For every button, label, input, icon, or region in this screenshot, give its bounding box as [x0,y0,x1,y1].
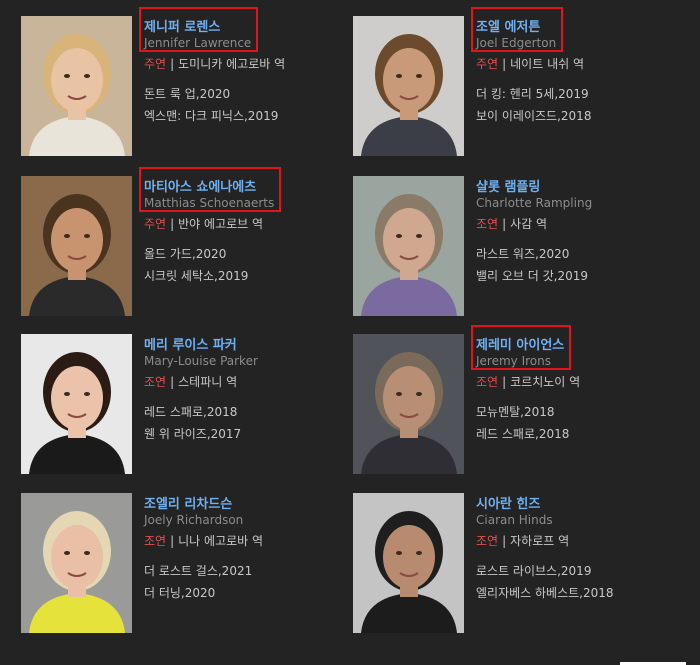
role-separator: | [502,217,507,231]
actor-card[interactable]: 샬롯 램플링 Charlotte Rampling 조연 | 사감 역라스트 워즈,20… [353,176,683,316]
actor-name-ko[interactable]: 메리 루이스 파커 [144,334,237,353]
filmography-item[interactable]: 라스트 워즈,2020 [476,245,569,262]
actor-photo[interactable] [353,334,464,474]
highlight-box [139,167,281,212]
actor-role: 조연 | 사감 역 [476,215,547,232]
highlight-box [139,7,258,52]
portrait-image [21,16,132,156]
role-separator: | [170,534,175,548]
actor-name-ko[interactable]: 시아란 힌즈 [476,493,540,512]
actor-role: 조연 | 코르치노이 역 [476,373,580,390]
filmography-item[interactable]: 더 킹: 헨리 5세,2019 [476,85,589,102]
portrait-image [353,176,464,316]
actor-photo[interactable] [21,176,132,316]
filmography-item[interactable]: 웬 위 라이즈,2017 [144,425,241,442]
role-type: 주연 [476,57,499,71]
actor-card[interactable]: 마티아스 쇼에나에츠 Matthias Schoenaerts 주연 | 반야 에고로브… [21,167,351,316]
filmography-item[interactable]: 레드 스패로,2018 [144,403,237,420]
actor-name-en: Joely Richardson [144,513,244,527]
filmography-item[interactable]: 엑스맨: 다크 피닉스,2019 [144,107,278,124]
role-name: 도미니카 에고로바 역 [178,57,286,71]
role-type: 조연 [476,217,499,231]
portrait-image [353,334,464,474]
filmography-item[interactable]: 밸리 오브 더 갓,2019 [476,267,588,284]
actor-name-en: Ciaran Hinds [476,513,553,527]
actor-card[interactable]: 조엘 에저튼 Joel Edgerton 주연 | 네이트 내쉬 역더 킹: 헨리 5세… [353,7,683,156]
filmography-item[interactable]: 시크릿 세탁소,2019 [144,267,248,284]
actor-photo[interactable] [353,176,464,316]
actor-card[interactable]: 조엘리 리차드슨 Joely Richardson 조연 | 니나 에고로바 역더 로스… [21,493,351,633]
role-type: 조연 [476,534,499,548]
portrait-image [21,493,132,633]
actor-photo[interactable] [21,16,132,156]
actor-card[interactable]: 제니퍼 로렌스 Jennifer Lawrence 주연 | 도미니카 에고로바 역 돈트… [21,7,351,156]
role-separator: | [170,57,175,71]
actor-photo[interactable] [21,493,132,633]
actor-name-ko[interactable]: 조엘리 리차드슨 [144,493,232,512]
filmography-item[interactable]: 보이 이레이즈드,2018 [476,107,591,124]
highlight-box [471,325,571,370]
role-separator: | [170,217,175,231]
role-separator: | [502,534,507,548]
filmography-item[interactable]: 로스트 라이브스,2019 [476,562,591,579]
role-type: 조연 [476,375,499,389]
role-name: 스테파니 역 [178,375,238,389]
portrait-image [21,334,132,474]
actor-role: 조연 | 스테파니 역 [144,373,237,390]
filmography-item[interactable]: 모뉴멘탈,2018 [476,403,555,420]
role-separator: | [502,57,507,71]
portrait-image [353,493,464,633]
actor-name-ko[interactable]: 샬롯 램플링 [476,176,540,195]
portrait-image [353,16,464,156]
filmography-item[interactable]: 더 로스트 걸스,2021 [144,562,252,579]
role-name: 네이트 내쉬 역 [510,57,585,71]
role-separator: | [170,375,175,389]
highlight-box [471,7,563,52]
actor-photo[interactable] [21,334,132,474]
actor-role: 주연 | 네이트 내쉬 역 [476,55,584,72]
actor-role: 주연 | 반야 에고로브 역 [144,215,263,232]
role-name: 자하로프 역 [510,534,570,548]
actor-name-en: Charlotte Rampling [476,196,593,210]
filmography-item[interactable]: 레드 스패로,2018 [476,425,569,442]
role-separator: | [502,375,507,389]
role-type: 조연 [144,534,167,548]
actor-name-en: Mary-Louise Parker [144,354,258,368]
role-name: 반야 에고로브 역 [178,217,264,231]
portrait-image [21,176,132,316]
role-type: 주연 [144,57,167,71]
actor-card[interactable]: 제레미 아이언스 Jeremy Irons 조연 | 코르치노이 역 모뉴멘탈,2018 레… [353,325,683,474]
filmography-item[interactable]: 엘리자베스 하베스트,2018 [476,584,614,601]
filmography-item[interactable]: 돈트 룩 업,2020 [144,85,230,102]
actor-photo[interactable] [353,16,464,156]
filmography-item[interactable]: 더 터닝,2020 [144,584,215,601]
actor-card[interactable]: 메리 루이스 파커 Mary-Louise Parker 조연 | 스테파니 역레드 스… [21,334,351,474]
actor-card[interactable]: 시아란 힌즈 Ciaran Hinds 조연 | 자하로프 역로스트 라이브스,2019… [353,493,683,633]
actor-role: 조연 | 니나 에고로바 역 [144,532,263,549]
actor-role: 조연 | 자하로프 역 [476,532,569,549]
role-name: 코르치노이 역 [510,375,581,389]
actor-role: 주연 | 도미니카 에고로바 역 [144,55,285,72]
filmography-item[interactable]: 올드 가드,2020 [144,245,226,262]
role-type: 조연 [144,375,167,389]
role-name: 니나 에고로바 역 [178,534,264,548]
role-type: 주연 [144,217,167,231]
actor-photo[interactable] [353,493,464,633]
role-name: 사감 역 [510,217,548,231]
